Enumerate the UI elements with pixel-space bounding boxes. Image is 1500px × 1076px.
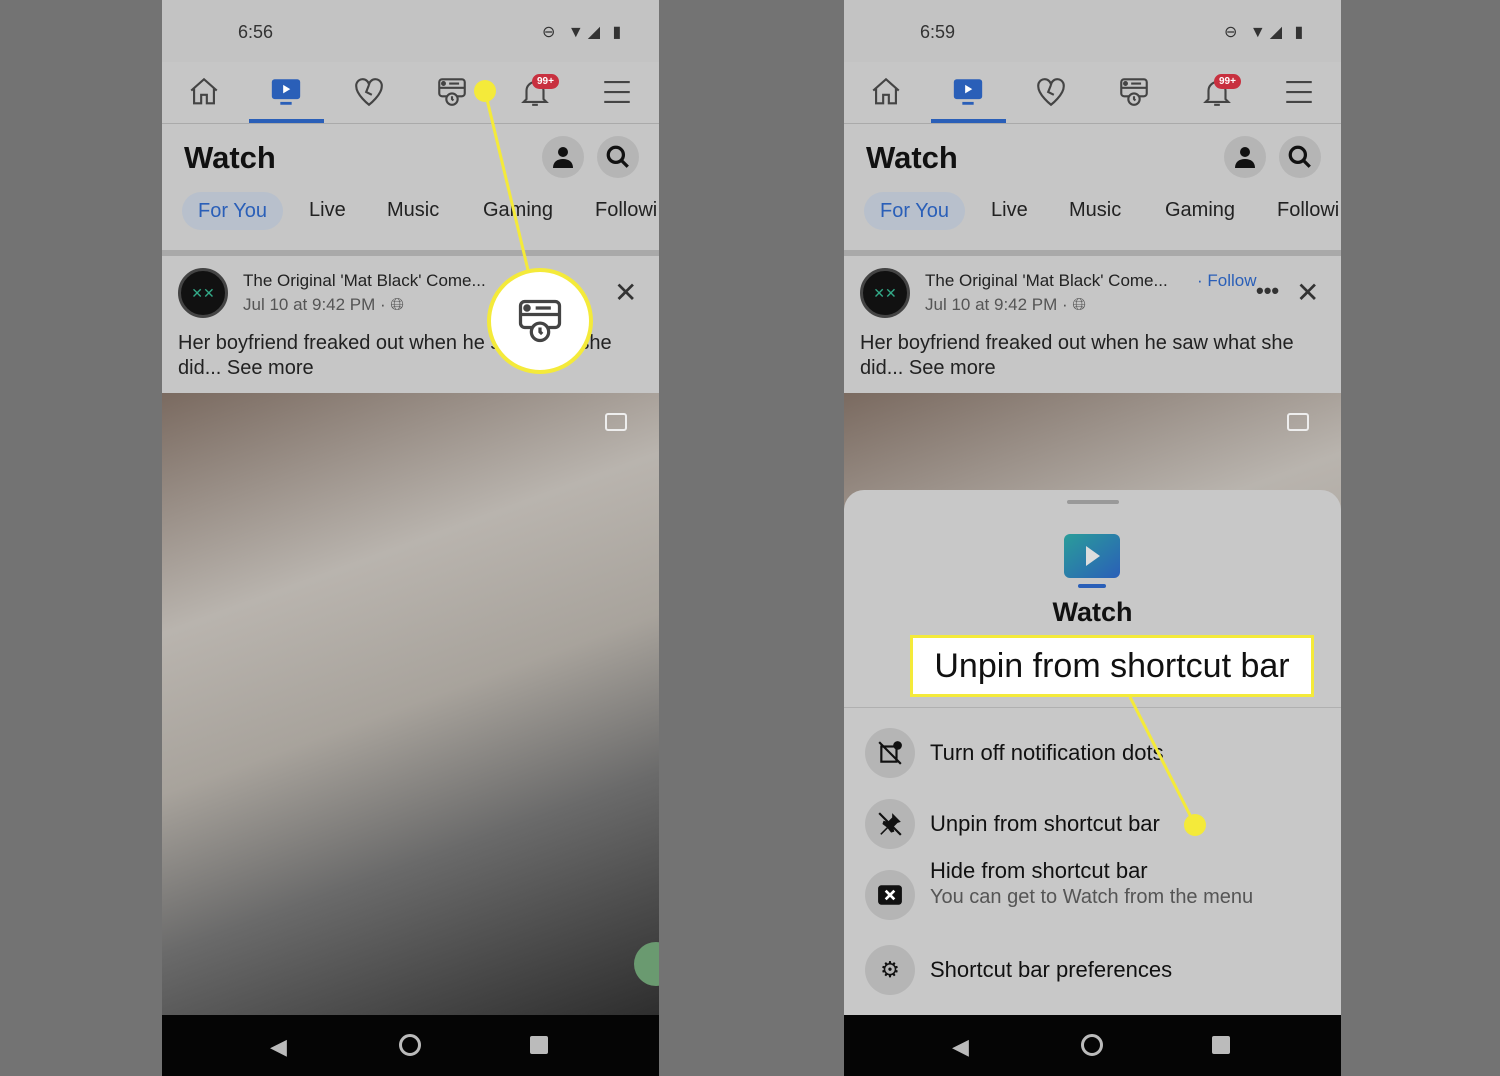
post-date: Jul 10 at 9:42 PM · 🌐︎: [925, 295, 1086, 315]
watch-tab[interactable]: [948, 76, 988, 112]
dating-heart-icon: [1034, 75, 1068, 114]
sheet-item-2[interactable]: Unpin from shortcut bar: [844, 799, 1341, 849]
tab-music[interactable]: Music: [1069, 199, 1121, 222]
sheet-item-3[interactable]: Hide from shortcut bar You can get to Wat…: [844, 858, 1341, 920]
active-tab-indicator: [931, 119, 1006, 123]
menu-icon: [1282, 75, 1316, 114]
sheet-item-label[interactable]: Shortcut bar preferences: [930, 957, 1172, 983]
home-icon: [869, 75, 903, 114]
post-text[interactable]: Her boyfriend freaked out when he saw wh…: [860, 331, 1330, 381]
avatar[interactable]: ✕✕: [860, 268, 910, 318]
follow-link[interactable]: · Follow: [1197, 271, 1257, 291]
home-tab[interactable]: [866, 76, 906, 112]
status-icons: ⊖ ▼◢ ▮: [1224, 24, 1308, 41]
tab-for-you[interactable]: For You: [864, 192, 965, 230]
sheet-item-4[interactable]: ⚙︎ Shortcut bar preferences: [844, 945, 1341, 995]
video-player[interactable]: [162, 393, 659, 1015]
sheet-title: Watch: [1052, 597, 1133, 627]
tab-live[interactable]: Live: [991, 199, 1028, 222]
search-button[interactable]: [1279, 136, 1321, 178]
notification-dots-off-icon: [865, 728, 915, 778]
unpin-icon: [865, 799, 915, 849]
magnified-memories-icon: [487, 268, 593, 374]
back-button[interactable]: ◀: [270, 1034, 287, 1060]
sheet-divider: [844, 707, 1341, 708]
shortcut-bar: [844, 62, 1341, 124]
phone-screen-before: 6:56 ⊖ ▼◢ ▮ 99+ Watch For You Live Music Gaming…: [162, 0, 659, 1076]
callout-label: Unpin from shortcut bar: [910, 635, 1314, 697]
watch-large-icon: [1062, 532, 1122, 595]
follow-label[interactable]: Follow: [1207, 271, 1256, 290]
pip-icon[interactable]: [605, 413, 627, 431]
notification-badge: 99+: [1214, 74, 1241, 89]
memories-tab[interactable]: [1114, 76, 1154, 112]
close-post-icon[interactable]: ✕: [1296, 276, 1319, 309]
profile-button[interactable]: [1224, 136, 1266, 178]
phone-screen-after: 6:59 ⊖ ▼◢ ▮ 99+ Watch For You Live Music Gaming…: [844, 0, 1341, 1076]
home-button[interactable]: [1081, 1034, 1103, 1056]
sheet-item-label[interactable]: Hide from shortcut bar: [930, 858, 1148, 884]
tab-followi[interactable]: Followi: [1277, 199, 1339, 222]
home-button[interactable]: [399, 1034, 421, 1056]
recents-button[interactable]: [530, 1036, 548, 1054]
sheet-item-1[interactable]: Turn off notification dots: [844, 728, 1341, 778]
recents-button[interactable]: [1212, 1036, 1230, 1054]
pip-icon[interactable]: [1287, 413, 1309, 431]
sheet-item-label[interactable]: Unpin from shortcut bar: [930, 811, 1160, 837]
sheet-item-sublabel: You can get to Watch from the menu: [930, 886, 1254, 908]
page-title: Watch: [866, 140, 958, 175]
globe-icon: 🌐︎: [1072, 295, 1087, 314]
status-time: 6:59: [920, 22, 956, 42]
post-author[interactable]: The Original 'Mat Black' Come...: [925, 271, 1168, 291]
sheet-handle[interactable]: [1067, 500, 1119, 504]
menu-tab[interactable]: [1279, 76, 1319, 112]
divider: [844, 250, 1341, 256]
memories-icon: [1117, 75, 1151, 114]
dating-heart-tab[interactable]: [1031, 76, 1071, 112]
tab-gaming[interactable]: Gaming: [1165, 199, 1235, 222]
gears-icon: ⚙︎: [865, 945, 915, 995]
more-options-icon[interactable]: •••: [1256, 278, 1279, 304]
post-date-text: Jul 10 at 9:42 PM ·: [925, 295, 1073, 314]
search-icon: [1288, 145, 1311, 168]
person-icon: [1235, 147, 1255, 168]
sheet-item-label[interactable]: Turn off notification dots: [930, 740, 1164, 766]
hide-icon: [865, 870, 915, 920]
watch-icon: [951, 75, 985, 114]
back-button[interactable]: ◀: [952, 1034, 969, 1060]
